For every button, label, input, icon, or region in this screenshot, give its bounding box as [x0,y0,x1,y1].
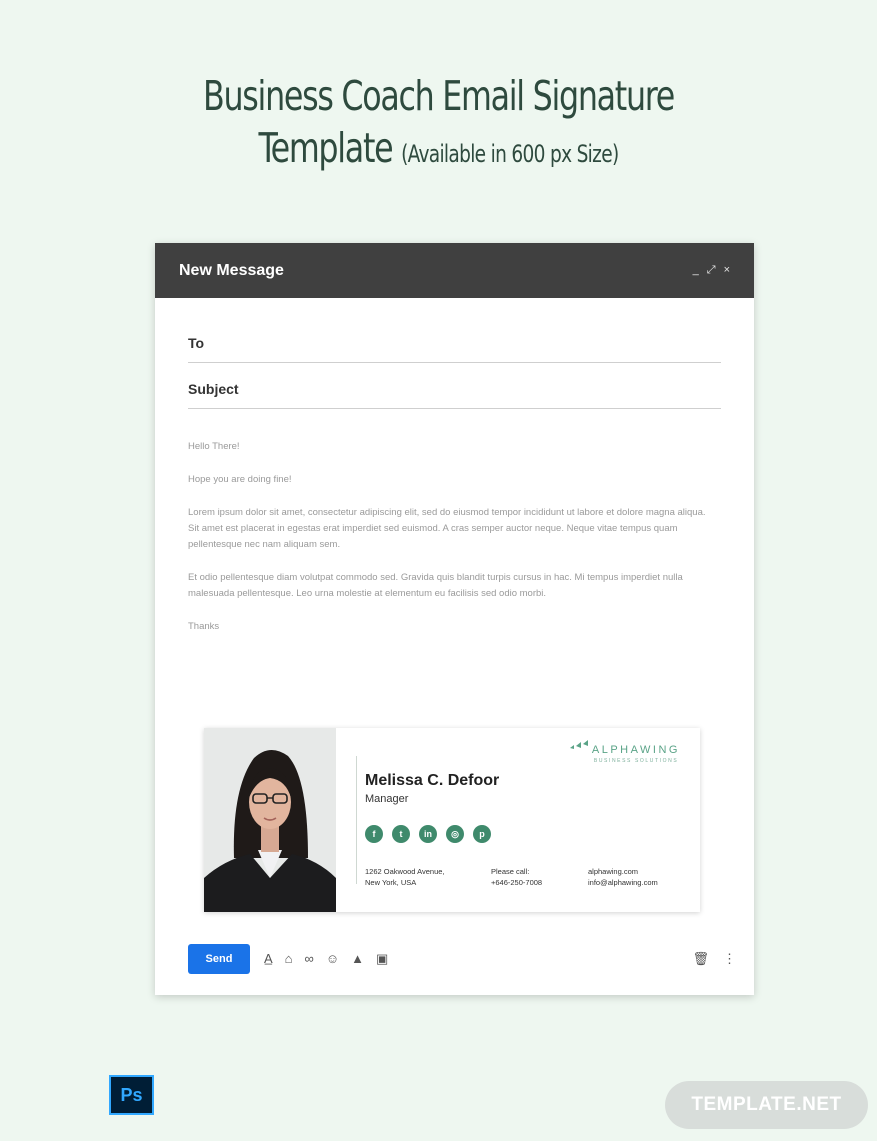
drive-icon[interactable]: ▲ [351,951,364,967]
wing-logo-icon [569,740,588,749]
company-logo: ALPHAWING BUSINESS SOLUTIONS [569,740,680,764]
compose-toolbar: Send A̲ ⌂ ∞ ☺ ▲ ▣ 🗑︎ ⋮ [188,943,736,975]
compose-title: New Message [179,261,284,279]
facebook-icon[interactable]: f [365,825,383,843]
signature-divider [356,756,357,884]
formatting-tools: A̲ ⌂ ∞ ☺ ▲ ▣ [264,951,388,967]
address-line-1: 1262 Oakwood Avenue, [365,867,445,876]
to-field[interactable]: To [188,323,721,363]
linkedin-icon[interactable]: in [419,825,437,843]
website-link[interactable]: alphawing.com [588,866,658,877]
link-icon[interactable]: ∞ [305,951,314,967]
email-signature: ALPHAWING BUSINESS SOLUTIONS Melissa C. … [204,728,700,912]
profile-photo [204,728,336,912]
emoji-icon[interactable]: ☺ [326,951,339,967]
signature-address: 1262 Oakwood Avenue, New York, USA [365,866,445,888]
body-line: Hope you are doing fine! [188,474,292,485]
title-template-word: Template [258,124,393,172]
phone-label: Please call: [491,867,530,876]
body-greeting: Hello There! [188,441,240,452]
pinterest-icon[interactable]: p [473,825,491,843]
company-name: ALPHAWING [591,744,680,756]
subject-input[interactable] [258,380,721,397]
attach-icon[interactable]: ⌂ [285,951,293,967]
photoshop-icon: Ps [109,1075,154,1115]
address-line-2: New York, USA [365,878,417,887]
send-button[interactable]: Send [188,944,250,974]
title-line-2: Template (Available in 600 px Size) [61,122,815,180]
instagram-icon[interactable]: ◎ [446,825,464,843]
template-net-logo: TEMPLATE.NET [665,1081,868,1129]
message-body[interactable]: Hello There! Hope you are doing fine! Lo… [188,439,708,652]
to-input[interactable] [258,334,721,351]
signature-web: alphawing.com info@alphawing.com [588,866,658,888]
title-note: (Available in 600 px Size) [401,140,619,168]
title-line-1: Business Coach Email Signature [203,72,675,120]
body-paragraph-1: Lorem ipsum dolor sit amet, consectetur … [188,507,706,550]
signature-phone: Please call: +646-250-7008 [491,866,542,888]
body-closing: Thanks [188,621,220,632]
minimize-icon[interactable]: _ [693,264,699,277]
close-icon[interactable]: × [724,264,730,277]
more-options-icon[interactable]: ⋮ [723,951,736,967]
toolbar-right: 🗑︎ ⋮ [692,951,736,967]
twitter-icon[interactable]: t [392,825,410,843]
company-tagline: BUSINESS SOLUTIONS [593,758,679,764]
expand-icon[interactable]: ⤢ [707,264,716,277]
email-link[interactable]: info@alphawing.com [588,877,658,888]
window-controls: _ ⤢ × [693,264,730,277]
signature-role: Manager [365,793,409,805]
photo-icon[interactable]: ▣ [376,951,388,967]
compose-header: New Message _ ⤢ × [155,243,754,298]
subject-field[interactable]: Subject [188,369,721,409]
body-paragraph-2: Et odio pellentesque diam volutpat commo… [188,572,683,599]
page-title: Business Coach Email Signature Template … [0,70,877,180]
subject-label: Subject [188,380,239,397]
person-portrait-icon [204,728,336,912]
to-label: To [188,334,205,351]
signature-name: Melissa C. Defoor [365,772,500,789]
trash-icon[interactable]: 🗑︎ [692,951,709,967]
text-format-icon[interactable]: A̲ [264,951,273,967]
phone-number[interactable]: +646-250-7008 [491,877,542,888]
social-links: f t in ◎ p [365,825,491,843]
compose-window: New Message _ ⤢ × To Subject Hello There… [155,243,754,995]
